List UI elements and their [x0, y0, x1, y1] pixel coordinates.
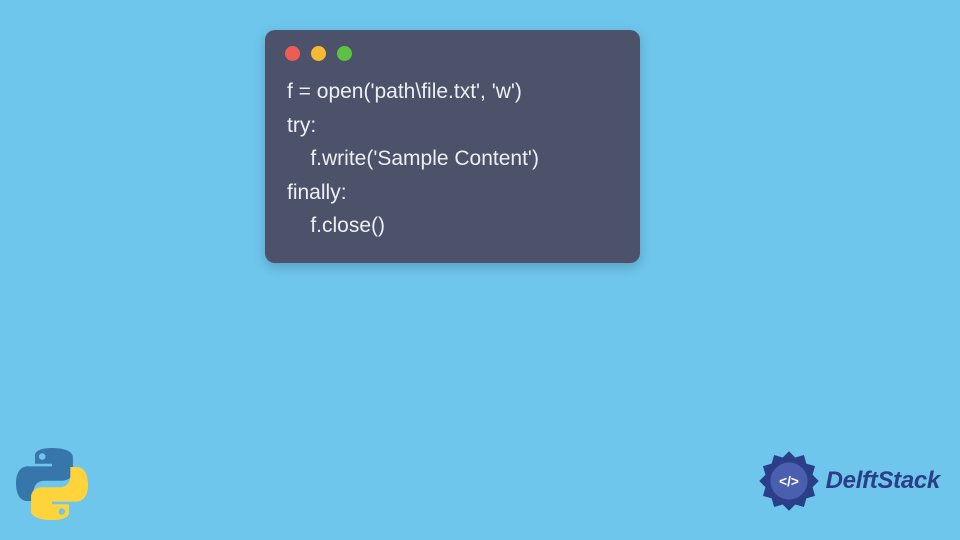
python-logo-icon	[16, 448, 88, 520]
window-maximize-icon	[337, 46, 352, 61]
code-line: f.close()	[287, 214, 385, 237]
code-window: f = open('path\file.txt', 'w') try: f.wr…	[265, 30, 640, 263]
delftstack-logo: </> DelftStack	[758, 450, 940, 512]
code-line: try:	[287, 114, 316, 137]
code-line: finally:	[287, 181, 347, 204]
code-line: f = open('path\file.txt', 'w')	[287, 80, 522, 103]
delftstack-brand-text: DelftStack	[826, 467, 940, 495]
code-line: f.write('Sample Content')	[287, 147, 539, 170]
svg-text:</>: </>	[779, 474, 799, 489]
window-title-bar	[265, 30, 640, 69]
delftstack-badge-icon: </>	[758, 450, 820, 512]
window-minimize-icon	[311, 46, 326, 61]
code-content: f = open('path\file.txt', 'w') try: f.wr…	[265, 69, 640, 243]
window-close-icon	[285, 46, 300, 61]
